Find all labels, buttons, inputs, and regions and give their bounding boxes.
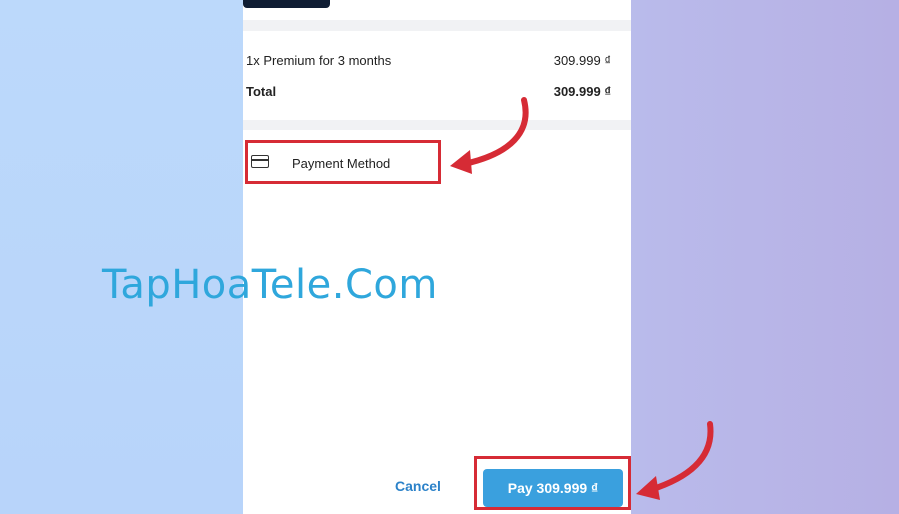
- order-item-price: 309.999 ₫: [553, 52, 611, 68]
- payment-method-label: Payment Method: [292, 156, 391, 171]
- pay-button[interactable]: Pay 309.999 ₫: [483, 469, 623, 507]
- annotation-arrow-payment: [450, 97, 529, 174]
- order-total-label: Total: [246, 83, 277, 99]
- annotation-arrow-pay: [636, 421, 714, 500]
- credit-card-icon: [251, 155, 269, 168]
- order-total-row: Total 309.999 ₫: [246, 81, 611, 101]
- order-total-price: 309.999 ₫: [553, 83, 611, 99]
- cancel-button[interactable]: Cancel: [395, 478, 441, 494]
- top-button-edge[interactable]: [243, 0, 330, 8]
- section-divider: [243, 120, 631, 130]
- section-divider: [243, 20, 631, 31]
- order-item-label: 1x Premium for 3 months: [246, 52, 392, 68]
- checkout-panel: 1x Premium for 3 months 309.999 ₫ Total …: [243, 0, 631, 514]
- payment-method-option[interactable]: Payment Method: [245, 140, 441, 184]
- background-left: [0, 0, 243, 514]
- pay-button-highlight: Pay 309.999 ₫: [474, 456, 631, 510]
- watermark-text: TapHoaTele.Com: [102, 262, 438, 308]
- order-item-row: 1x Premium for 3 months 309.999 ₫: [246, 50, 611, 70]
